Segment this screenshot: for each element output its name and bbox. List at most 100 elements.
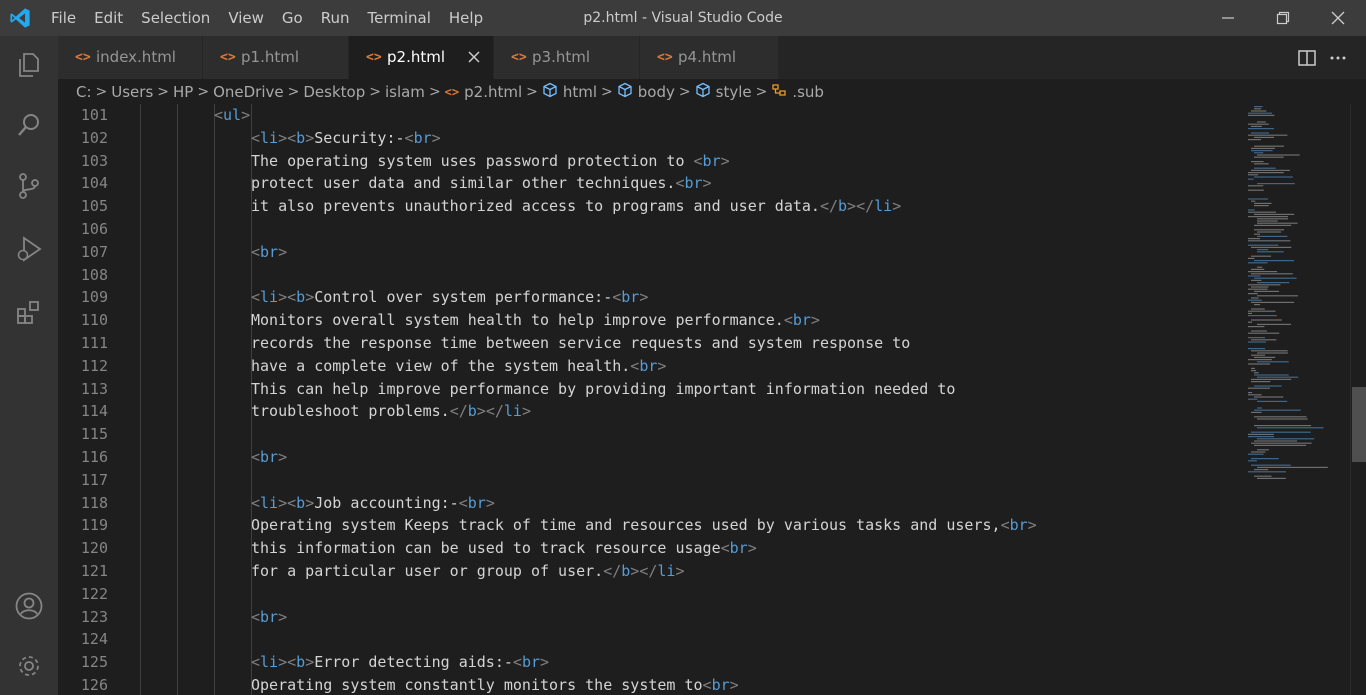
extensions-button[interactable]	[0, 284, 58, 342]
code-line[interactable]: 112 have a complete view of the system he…	[58, 355, 1230, 378]
menu-edit[interactable]: Edit	[85, 0, 132, 36]
code-text: <li><b>Security:-<br>	[251, 128, 441, 147]
vertical-scrollbar[interactable]	[1350, 104, 1366, 695]
code-line[interactable]: 106	[58, 218, 1230, 241]
code-line[interactable]: 111 records the response time between ser…	[58, 332, 1230, 355]
code-line[interactable]: 122	[58, 583, 1230, 606]
breadcrumb-item[interactable]: body	[617, 82, 675, 102]
minimap[interactable]	[1230, 104, 1350, 695]
code-line[interactable]: 107 <br>	[58, 241, 1230, 264]
tab-p2-html[interactable]: <> p2.html	[349, 36, 494, 79]
minimap-line	[1248, 238, 1261, 240]
explorer-button[interactable]	[0, 36, 58, 94]
close-icon[interactable]	[465, 48, 483, 66]
tab-p3-html[interactable]: <> p3.html	[494, 36, 640, 79]
code-line[interactable]: 123 <br>	[58, 606, 1230, 629]
minimap-line	[1248, 321, 1253, 323]
minimap-line	[1254, 167, 1276, 169]
line-number: 107	[80, 242, 108, 261]
menu-terminal[interactable]: Terminal	[359, 0, 440, 36]
code-line[interactable]: 103 The operating system uses password pr…	[58, 150, 1230, 173]
code-line[interactable]: 115	[58, 423, 1230, 446]
line-number: 113	[80, 379, 108, 398]
code-line[interactable]: 110 Monitors overall system health to hel…	[58, 309, 1230, 332]
menu-file[interactable]: File	[42, 0, 85, 36]
line-number: 122	[80, 584, 108, 603]
code-line[interactable]: 109 <li><b>Control over system performanc…	[58, 286, 1230, 309]
more-actions-icon[interactable]	[1328, 48, 1348, 68]
minimap-line	[1257, 222, 1298, 224]
breadcrumb-label: Users	[111, 82, 154, 101]
run-debug-icon	[17, 236, 42, 262]
code-line[interactable]: 102 <li><b>Security:-<br>	[58, 127, 1230, 150]
breadcrumb-item[interactable]: islam	[385, 83, 425, 101]
breadcrumb-item[interactable]: Users	[111, 83, 153, 101]
scrollbar-thumb[interactable]	[1352, 387, 1366, 462]
settings-button[interactable]	[0, 637, 58, 695]
code-line[interactable]: 126 Operating system constantly monitors …	[58, 674, 1230, 695]
minimap-line	[1248, 134, 1288, 136]
css-selector-icon	[771, 82, 787, 102]
tab-p4-html[interactable]: <> p4.html	[640, 36, 779, 79]
activity-bar	[0, 36, 58, 695]
code-line[interactable]: 113 This can help improve performance by …	[58, 378, 1230, 401]
accounts-button[interactable]	[0, 577, 58, 635]
code-line[interactable]: 119 Operating system Keeps track of time …	[58, 514, 1230, 537]
minimap-line	[1251, 297, 1259, 299]
source-control-button[interactable]	[0, 157, 58, 215]
code-line[interactable]: 116 <br>	[58, 446, 1230, 469]
minimap-line	[1251, 350, 1288, 352]
vscode-logo-icon[interactable]	[9, 7, 31, 29]
minimap-line	[1254, 385, 1282, 387]
breadcrumb-item[interactable]: HP	[173, 83, 193, 101]
code-editor[interactable]: 101 <ul> 102 <li><b>Security:-<br> 103 The op…	[58, 104, 1230, 695]
code-line[interactable]: 105 it also prevents unauthorized access …	[58, 195, 1230, 218]
breadcrumb-item[interactable]: html	[542, 82, 597, 102]
menu-view[interactable]: View	[219, 0, 273, 36]
code-line[interactable]: 104 protect user data and similar other t…	[58, 172, 1230, 195]
minimap-line	[1248, 211, 1277, 213]
menu-help[interactable]: Help	[440, 0, 492, 36]
split-editor-icon[interactable]	[1297, 48, 1317, 68]
minimap-line	[1254, 202, 1272, 204]
menu-run[interactable]: Run	[312, 0, 359, 36]
breadcrumb-item[interactable]: C:	[76, 83, 92, 101]
close-icon	[1331, 11, 1345, 25]
breadcrumb-item[interactable]: style	[695, 82, 752, 102]
restore-button[interactable]	[1260, 0, 1306, 36]
minimap-line	[1248, 312, 1253, 314]
minimap-line	[1248, 178, 1254, 180]
code-line[interactable]: 125 <li><b>Error detecting aids:-<br>	[58, 651, 1230, 674]
tab-p1-html[interactable]: <> p1.html	[203, 36, 349, 79]
code-text: records the response time between servic…	[251, 334, 911, 352]
run-debug-button[interactable]	[0, 220, 58, 278]
code-line[interactable]: 114 troubleshoot problems.</b></li>	[58, 400, 1230, 423]
accounts-icon	[15, 592, 43, 620]
code-line[interactable]: 101 <ul>	[58, 104, 1230, 127]
minimap-line	[1254, 440, 1298, 442]
minimize-button[interactable]	[1205, 0, 1251, 36]
minimap-line	[1254, 224, 1292, 226]
html-file-icon: <>	[75, 50, 91, 65]
code-line[interactable]: 124	[58, 628, 1230, 651]
code-text: <li><b>Control over system performance:-…	[251, 288, 649, 307]
code-line[interactable]: 118 <li><b>Job accounting:-<br>	[58, 492, 1230, 515]
tab-index-html[interactable]: <> index.html	[58, 36, 203, 79]
line-number: 105	[80, 197, 108, 216]
breadcrumb-item[interactable]: <> p2.html	[445, 83, 522, 101]
breadcrumb-item[interactable]: .sub	[771, 82, 824, 102]
code-line[interactable]: 108	[58, 264, 1230, 287]
code-line[interactable]: 120 this information can be used to track…	[58, 537, 1230, 560]
breadcrumb-item[interactable]: Desktop	[303, 83, 365, 101]
search-button[interactable]	[0, 96, 58, 154]
code-line[interactable]: 117	[58, 469, 1230, 492]
code-line[interactable]: 121 for a particular user or group of use…	[58, 560, 1230, 583]
breadcrumb-item[interactable]: OneDrive	[213, 83, 284, 101]
menu-go[interactable]: Go	[273, 0, 312, 36]
minimap-line	[1254, 163, 1269, 165]
minimap-line	[1257, 400, 1288, 402]
menu-selection[interactable]: Selection	[132, 0, 219, 36]
minimap-line	[1248, 337, 1266, 339]
minimap-line	[1248, 185, 1264, 187]
close-window-button[interactable]	[1315, 0, 1361, 36]
